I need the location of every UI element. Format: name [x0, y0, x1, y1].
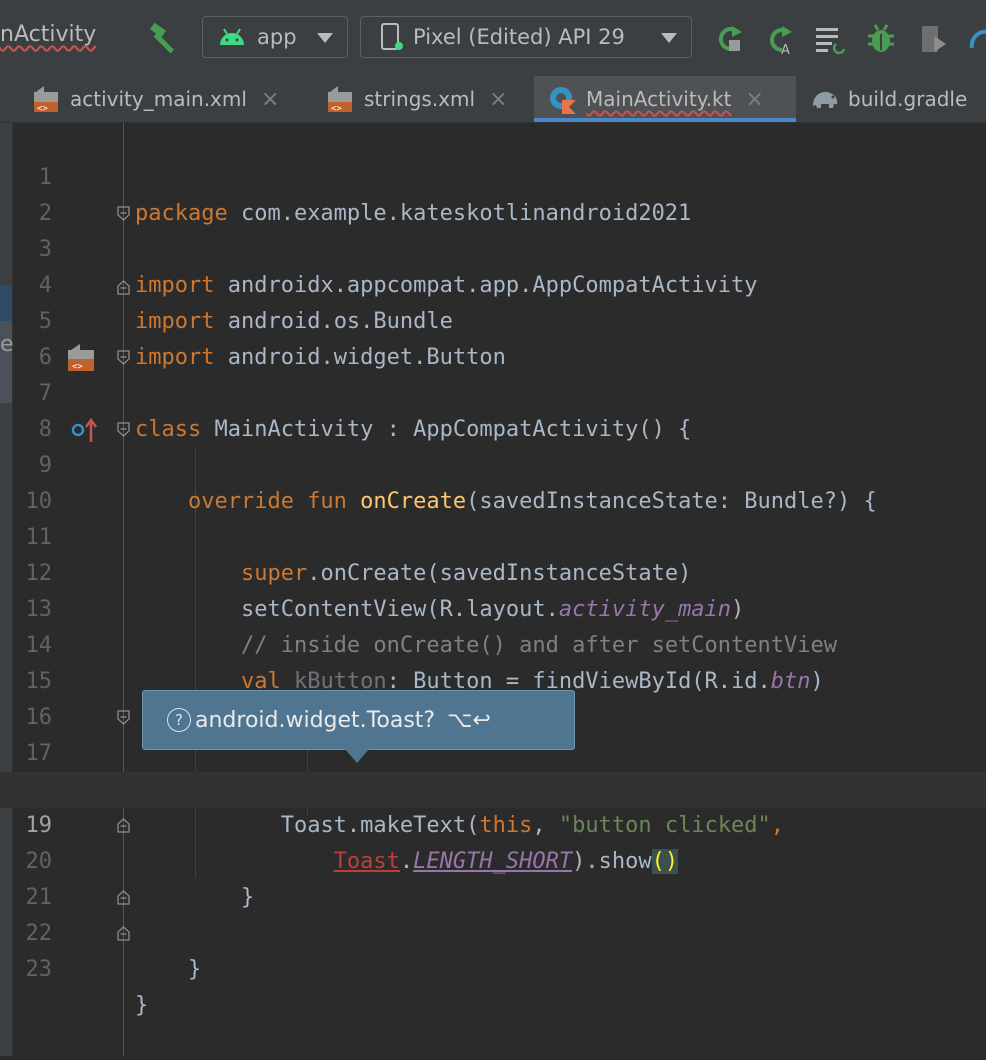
shortcut-hint: ⌥↩	[447, 707, 491, 733]
code-line[interactable]: 9 override fun onCreate(savedInstanceSta…	[0, 412, 986, 514]
code-line[interactable]: 5 import android.widget.Button	[0, 268, 986, 370]
close-icon[interactable]: ×	[745, 87, 763, 112]
sync-list-icon[interactable]	[814, 22, 848, 56]
module-selector[interactable]: app	[202, 16, 348, 58]
build-hammer-icon[interactable]	[146, 22, 182, 56]
tab-build-gradle[interactable]: build.gradle	[810, 76, 967, 122]
overrides-method-icon[interactable]	[70, 418, 98, 444]
code-line[interactable]: 1 package com.example.kateskotlinandroid…	[0, 124, 986, 226]
chevron-down-icon	[317, 33, 333, 43]
android-icon	[220, 28, 244, 45]
code-line[interactable]: 4 import android.os.Bundle	[0, 232, 986, 334]
code-line[interactable]: 7 class MainActivity : AppCompatActivity…	[0, 340, 986, 442]
code-line-current[interactable]: 19 Toast.LENGTH_SHORT).show()	[0, 772, 986, 874]
code-line[interactable]: 12 setContentView(R.layout.activity_main…	[0, 520, 986, 622]
code-line[interactable]: 13 // inside onCreate() and after setCon…	[0, 556, 986, 658]
tab-label: build.gradle	[848, 87, 968, 111]
kotlin-file-icon	[550, 87, 576, 114]
code-line[interactable]: 14 val kButton: Button = findViewById(R.…	[0, 592, 986, 694]
breadcrumb-file[interactable]: nActivity	[0, 22, 96, 47]
code-line[interactable]: 2	[0, 160, 986, 226]
fold-end-marker-icon[interactable]	[116, 890, 131, 905]
code-line[interactable]: 22 }	[0, 880, 986, 982]
editor-tabs: <> activity_main.xml × <> strings.xml × …	[0, 76, 986, 123]
fold-marker-icon[interactable]	[116, 350, 131, 365]
tab-label: strings.xml	[364, 87, 476, 111]
code-line[interactable]: 21	[0, 844, 986, 910]
tab-mainactivity-kt[interactable]: MainActivity.kt ×	[534, 76, 796, 122]
tab-strings-xml[interactable]: <> strings.xml ×	[326, 76, 508, 122]
close-icon[interactable]: ×	[261, 87, 279, 112]
module-selector-label: app	[257, 25, 297, 49]
code-line[interactable]: 10	[0, 448, 986, 514]
fold-end-marker-icon[interactable]	[116, 818, 131, 833]
code-line[interactable]: 15	[0, 628, 986, 694]
line-number: 23	[25, 957, 53, 982]
code-line[interactable]: 11 super.onCreate(savedInstanceState)	[0, 484, 986, 586]
code-line[interactable]: 20 }	[0, 808, 986, 910]
code-line[interactable]: 8	[0, 376, 986, 442]
fold-end-marker-icon[interactable]	[116, 280, 131, 295]
fold-marker-icon[interactable]	[116, 422, 131, 437]
profiler-icon[interactable]	[966, 22, 986, 56]
xml-layout-icon: <>	[328, 86, 352, 114]
help-icon: ?	[167, 708, 191, 732]
related-layout-icon[interactable]: <>	[66, 342, 98, 374]
xml-layout-icon: <>	[34, 86, 58, 114]
chevron-down-icon	[661, 33, 677, 43]
attach-debugger-icon[interactable]	[916, 22, 950, 56]
code-line[interactable]: 3 import androidx.appcompat.app.AppCompa…	[0, 196, 986, 298]
close-icon[interactable]: ×	[489, 87, 507, 112]
tab-label: activity_main.xml	[70, 87, 247, 111]
gradle-elephant-icon	[813, 92, 838, 108]
main-toolbar: nActivity app Pixel (Edited) API 29 A	[0, 0, 986, 77]
apply-changes-restart-icon[interactable]	[712, 22, 746, 56]
apply-code-changes-icon[interactable]: A	[762, 22, 796, 56]
tab-label: MainActivity.kt	[586, 87, 732, 111]
auto-import-popup[interactable]: ? android.widget.Toast? ⌥↩	[142, 690, 575, 750]
import-suggestion-text: android.widget.Toast?	[195, 707, 436, 733]
debug-bug-icon[interactable]	[864, 22, 898, 56]
svg-text:<>: <>	[72, 362, 83, 372]
device-selector-label: Pixel (Edited) API 29	[413, 25, 625, 49]
device-selector[interactable]: Pixel (Edited) API 29	[360, 16, 692, 58]
code-line[interactable]: 23 }	[0, 916, 986, 1018]
fold-end-marker-icon[interactable]	[116, 926, 131, 941]
svg-text:A: A	[781, 43, 790, 56]
fold-marker-icon[interactable]	[116, 710, 131, 725]
code-line[interactable]: 6	[0, 304, 986, 370]
tab-activity-main-xml[interactable]: <> activity_main.xml ×	[32, 76, 279, 122]
svg-text:<>: <>	[331, 104, 342, 114]
phone-device-icon	[381, 23, 403, 50]
fold-marker-icon[interactable]	[116, 206, 131, 221]
popup-pointer	[345, 749, 369, 763]
svg-text:<>: <>	[37, 104, 48, 114]
